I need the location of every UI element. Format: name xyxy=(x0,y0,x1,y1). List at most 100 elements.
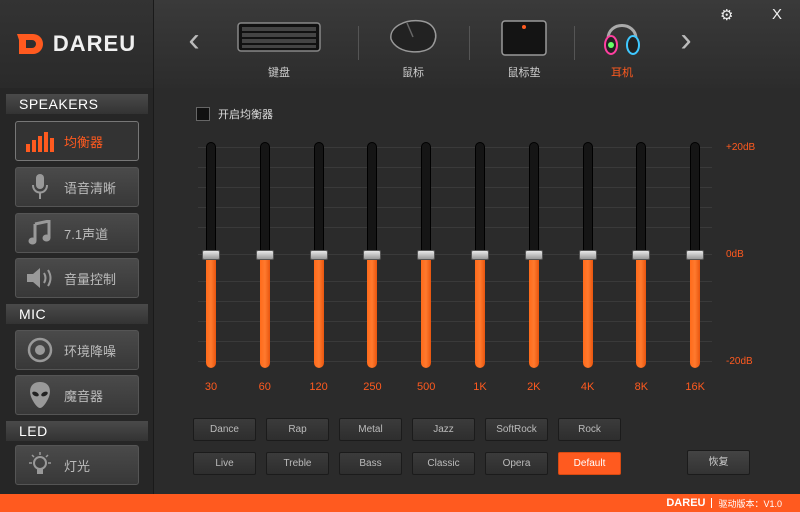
eq-slider-fill-2K xyxy=(528,255,539,368)
eq-slider-knob-120[interactable] xyxy=(309,250,328,260)
brand-logo: DAREU xyxy=(0,0,154,88)
eq-slider-knob-1K[interactable] xyxy=(471,250,489,260)
close-button[interactable]: X xyxy=(772,6,782,23)
eq-band-label: 16K xyxy=(685,381,705,393)
sidebar: SPEAKERS 均衡器 语音清晰 7.1声道 音量控制 MIC 环境降噪 魔音… xyxy=(0,88,154,494)
grid-line xyxy=(198,207,712,208)
eq-slider-fill-8K xyxy=(636,255,647,368)
db-label-mid: 0dB xyxy=(726,249,744,260)
section-speakers: SPEAKERS xyxy=(6,94,148,114)
eq-slider-knob-250[interactable] xyxy=(363,250,382,260)
reset-button[interactable]: 恢复 xyxy=(687,450,750,475)
equalizer-icon xyxy=(26,132,54,152)
eq-slider-fill-250 xyxy=(367,255,378,368)
eq-band-label: 250 xyxy=(363,381,382,393)
eq-band-label: 120 xyxy=(309,381,328,393)
device-mouse[interactable]: 鼠标 xyxy=(358,14,468,80)
footer-brand: DAREU xyxy=(666,497,706,509)
next-device-arrow[interactable]: › xyxy=(676,22,696,58)
sidebar-item-light[interactable]: 灯光 xyxy=(15,445,139,485)
sidebar-item-label: 语音清晰 xyxy=(64,180,117,196)
footer-bar: DAREU 驱动版本：V1.0 xyxy=(0,494,800,512)
preset-button-dance[interactable]: Dance xyxy=(193,418,256,441)
microphone-icon xyxy=(32,174,48,199)
eq-band-label: 4K xyxy=(580,381,595,393)
eq-band-label: 500 xyxy=(417,381,436,393)
keyboard-icon xyxy=(237,22,321,52)
preset-button-bass[interactable]: Bass xyxy=(339,452,402,475)
enable-equalizer-label: 开启均衡器 xyxy=(218,109,273,121)
eq-band-label: 8K xyxy=(634,381,649,393)
eq-slider-fill-120 xyxy=(313,255,324,368)
db-label-top: +20dB xyxy=(726,142,756,153)
grid-line xyxy=(198,281,712,282)
sidebar-item-label: 均衡器 xyxy=(64,134,104,150)
eq-band-label: 60 xyxy=(258,381,271,393)
eq-slider-fill-30 xyxy=(206,255,216,368)
section-led: LED xyxy=(6,421,148,441)
sidebar-item-voice-clarity[interactable]: 语音清晰 xyxy=(15,167,139,207)
sidebar-item-equalizer[interactable]: 均衡器 xyxy=(15,121,139,161)
device-keyboard[interactable]: 键盘 xyxy=(224,14,334,80)
eq-slider-knob-30[interactable] xyxy=(202,250,220,260)
grid-line xyxy=(198,301,712,302)
preset-button-softrock[interactable]: SoftRock xyxy=(485,418,548,441)
eq-slider-knob-16K[interactable] xyxy=(686,250,705,260)
preset-button-default[interactable]: Default xyxy=(558,452,621,475)
eq-band-label: 30 xyxy=(204,381,218,393)
preset-button-live[interactable]: Live xyxy=(193,452,256,475)
eq-slider-fill-60 xyxy=(259,255,270,368)
preset-button-metal[interactable]: Metal xyxy=(339,418,402,441)
grid-line xyxy=(198,321,712,322)
device-bar: ‹ 键盘 鼠标 鼠标垫 耳机 › ⚙ X xyxy=(154,0,800,88)
preset-button-rap[interactable]: Rap xyxy=(266,418,329,441)
checkbox-box[interactable] xyxy=(196,107,210,121)
preset-button-classic[interactable]: Classic xyxy=(412,452,475,475)
device-mousepad[interactable]: 鼠标垫 xyxy=(469,14,579,80)
device-headset[interactable]: 耳机 xyxy=(567,14,677,80)
sidebar-item-label: 音量控制 xyxy=(64,271,117,287)
eq-slider-fill-500 xyxy=(421,255,432,368)
music-note-icon xyxy=(28,220,51,245)
eq-slider-fill-16K xyxy=(690,255,701,368)
device-label-mouse: 鼠标 xyxy=(402,67,424,79)
enable-equalizer-checkbox[interactable]: 开启均衡器 xyxy=(196,106,273,122)
eq-band-label: 2K xyxy=(527,381,541,393)
mouse-icon xyxy=(390,19,437,53)
mousepad-icon xyxy=(501,20,547,56)
footer-divider xyxy=(711,498,713,508)
headset-icon xyxy=(604,24,640,55)
sidebar-item-71-channel[interactable]: 7.1声道 xyxy=(15,213,139,253)
driver-version: 驱动版本：V1.0 xyxy=(718,498,782,509)
db-label-bottom: -20dB xyxy=(726,356,753,367)
device-label-keyboard: 键盘 xyxy=(268,67,290,79)
preset-button-treble[interactable]: Treble xyxy=(266,452,329,475)
sidebar-item-label: 灯光 xyxy=(64,458,91,474)
eq-slider-knob-60[interactable] xyxy=(255,250,274,260)
eq-slider-knob-4K[interactable] xyxy=(578,250,597,260)
eq-slider-knob-8K[interactable] xyxy=(632,250,651,260)
device-label-headset: 耳机 xyxy=(611,67,633,79)
gear-icon[interactable]: ⚙ xyxy=(720,6,733,24)
preset-button-jazz[interactable]: Jazz xyxy=(412,418,475,441)
sidebar-item-label: 7.1声道 xyxy=(64,226,109,242)
preset-button-rock[interactable]: Rock xyxy=(558,418,621,441)
sidebar-item-voice-changer[interactable]: 魔音器 xyxy=(15,375,139,415)
section-mic: MIC xyxy=(6,304,148,324)
sidebar-item-label: 魔音器 xyxy=(64,388,104,404)
sidebar-item-noise-reduction[interactable]: 环境降噪 xyxy=(15,330,139,370)
sidebar-item-volume-control[interactable]: 音量控制 xyxy=(15,258,139,298)
eq-band-label: 1K xyxy=(473,381,487,393)
grid-line xyxy=(198,147,712,148)
grid-line xyxy=(198,341,712,342)
eq-slider-knob-2K[interactable] xyxy=(524,250,543,260)
preset-button-opera[interactable]: Opera xyxy=(485,452,548,475)
sidebar-item-label: 环境降噪 xyxy=(64,343,117,359)
light-bulb-icon xyxy=(29,452,51,474)
grid-line xyxy=(198,187,712,188)
device-label-mousepad: 鼠标垫 xyxy=(507,67,541,79)
eq-slider-knob-500[interactable] xyxy=(417,250,436,260)
eq-slider-fill-1K xyxy=(475,255,485,368)
equalizer-panel: 开启均衡器 +20dB 0dB -20dB 30 60 120 250 500 1K 2K 4… xyxy=(154,88,800,494)
prev-device-arrow[interactable]: ‹ xyxy=(184,22,204,58)
